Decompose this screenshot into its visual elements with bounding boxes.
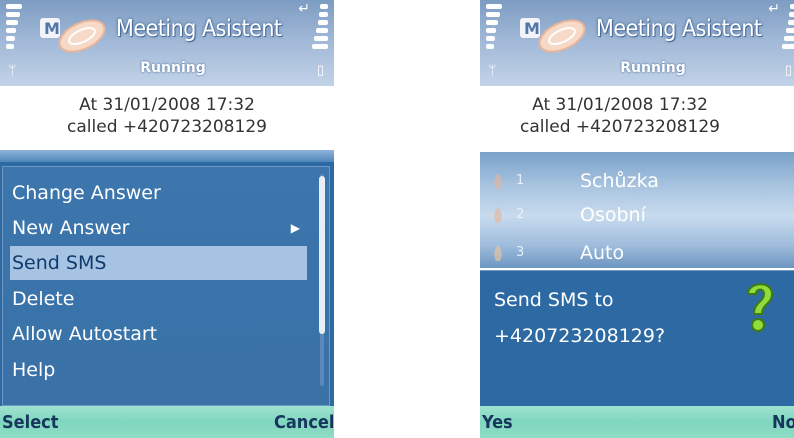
menu-item-change-answer[interactable]: Change Answer — [12, 176, 308, 210]
menu-item-delete[interactable]: Delete — [12, 282, 308, 316]
menu-item-label: New Answer — [12, 217, 130, 239]
profile-name: Osobní — [580, 204, 646, 226]
phone-screen-menu: ᛘ ↵ ▯ M Meeting Asistent Running At 31/0… — [0, 0, 334, 438]
signal-strength-icon — [6, 4, 22, 62]
softkey-bar — [480, 406, 794, 438]
svg-text:M: M — [524, 19, 540, 38]
profile-item[interactable]: 3 Auto — [480, 236, 794, 270]
profile-name: Schůzka — [580, 170, 659, 192]
menu-item-label: Allow Autostart — [12, 323, 158, 345]
antenna-icon: ᛘ — [488, 63, 497, 79]
svg-text:M: M — [44, 19, 60, 38]
profile-item[interactable]: 2 Osobní — [480, 198, 794, 232]
app-title: Meeting Asistent — [116, 16, 282, 42]
dialog-message: Send SMS to +420723208129? — [494, 282, 665, 354]
call-timestamp: At 31/01/2008 17:32 — [79, 95, 255, 115]
question-mark-icon — [746, 283, 774, 332]
status-bar: ᛘ ↵ ▯ M Meeting Asistent Running — [0, 0, 334, 86]
profile-icon — [494, 245, 502, 261]
app-title: Meeting Asistent — [596, 16, 762, 42]
profile-number: 2 — [516, 207, 525, 222]
menu-item-label: Send SMS — [12, 252, 107, 274]
call-number: called +420723208129 — [520, 117, 720, 137]
dialog-line: Send SMS to — [494, 289, 614, 311]
battery-icon: ▯ — [784, 63, 792, 78]
menu-item-help[interactable]: Help — [12, 353, 308, 387]
battery-level-icon — [782, 4, 794, 62]
profile-item[interactable]: 1 Schůzka — [480, 164, 794, 198]
softkey-cancel[interactable]: Cancel — [274, 412, 334, 433]
softkey-yes[interactable]: Yes — [482, 412, 513, 433]
profile-icon — [494, 173, 502, 189]
return-arrow-icon: ↵ — [768, 1, 780, 17]
signal-strength-icon — [486, 4, 502, 62]
battery-level-icon — [312, 4, 328, 62]
profile-name: Auto — [580, 242, 625, 264]
call-info: At 31/01/2008 17:32 called +420723208129 — [0, 94, 334, 138]
menu-item-send-sms[interactable]: Send SMS — [10, 246, 307, 280]
call-number: called +420723208129 — [67, 117, 267, 137]
app-status: Running — [140, 60, 206, 76]
menu-item-label: Delete — [12, 288, 75, 310]
menu-item-label: Help — [12, 359, 56, 381]
profile-icon — [494, 207, 502, 223]
menu-scrollbar-thumb[interactable] — [319, 176, 325, 334]
dialog-line: +420723208129? — [494, 325, 666, 347]
profile-number: 3 — [516, 245, 525, 260]
softkey-select[interactable]: Select — [2, 412, 59, 433]
return-arrow-icon: ↵ — [298, 1, 310, 17]
call-info: At 31/01/2008 17:32 called +420723208129 — [480, 94, 760, 138]
status-bar: ᛘ ↵ ▯ M Meeting Asistent Running — [480, 0, 794, 86]
profile-number: 1 — [516, 173, 525, 188]
phone-screen-dialog: ᛘ ↵ ▯ M Meeting Asistent Running At 31/0… — [480, 0, 794, 438]
submenu-arrow-icon: ▶ — [290, 221, 300, 235]
app-logo-icon: M — [40, 18, 106, 53]
softkey-no[interactable]: No — [772, 412, 794, 433]
battery-icon: ▯ — [316, 63, 324, 78]
app-status: Running — [620, 60, 686, 76]
menu-item-allow-autostart[interactable]: Allow Autostart — [12, 317, 308, 351]
call-timestamp: At 31/01/2008 17:32 — [532, 95, 708, 115]
app-logo-icon: M — [520, 18, 586, 53]
menu-item-label: Change Answer — [12, 182, 161, 204]
menu-item-new-answer[interactable]: New Answer ▶ — [12, 211, 308, 245]
antenna-icon: ᛘ — [8, 63, 17, 79]
